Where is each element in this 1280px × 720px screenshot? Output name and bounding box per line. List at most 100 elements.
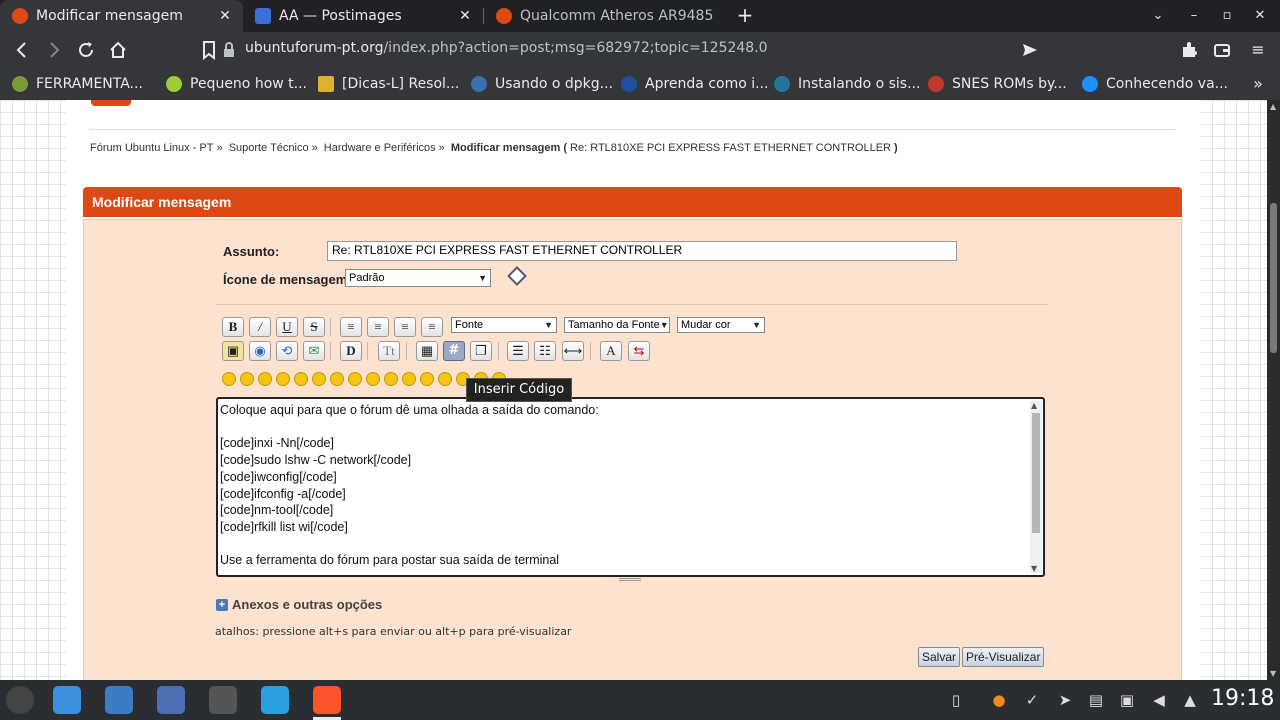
bookmark-icon[interactable] [197, 38, 221, 62]
save-button[interactable]: Salvar [918, 647, 961, 667]
control-center-icon[interactable] [105, 686, 133, 714]
home-icon[interactable] [106, 38, 130, 62]
scroll-up-icon[interactable]: ▲ [1031, 401, 1037, 410]
attachments-toggle[interactable]: + Anexos e outras opções [216, 597, 382, 612]
back-icon[interactable] [10, 38, 34, 62]
insert-email-button[interactable]: ✉ [303, 341, 325, 361]
breadcrumb-link[interactable]: Suporte Técnico [229, 142, 309, 154]
bookmark-item[interactable]: Aprenda como i... [621, 74, 768, 94]
insert-quote-button[interactable]: ❐ [470, 341, 492, 361]
page-scrollbar[interactable]: ▲ ▼ [1267, 100, 1280, 680]
smiley-icon[interactable] [384, 372, 398, 386]
maximize-icon[interactable]: ▫ [1215, 4, 1239, 28]
remove-format-button[interactable]: A [600, 341, 622, 361]
forward-icon[interactable] [42, 38, 66, 62]
scroll-down-icon[interactable]: ▼ [1270, 669, 1276, 678]
telegram-tray-icon[interactable]: ➤ [1055, 690, 1075, 710]
show-desktop-icon[interactable]: ▯ [946, 690, 966, 710]
bookmark-item[interactable]: FERRAMENTA... [12, 74, 143, 94]
brave-browser-icon[interactable] [313, 686, 341, 714]
smiley-icon[interactable] [402, 372, 416, 386]
clipboard-icon[interactable]: ▤ [1086, 690, 1106, 710]
smiley-icon[interactable] [330, 372, 344, 386]
volume-icon[interactable]: ◀ [1149, 690, 1169, 710]
insert-ftp-button[interactable]: ⟲ [276, 341, 298, 361]
flash-button[interactable]: D [340, 341, 362, 361]
align-left-button[interactable]: ≡ [340, 317, 362, 337]
smiley-icon[interactable] [222, 372, 236, 386]
scroll-up-icon[interactable]: ▲ [1270, 102, 1276, 111]
numbered-list-button[interactable]: ☷ [534, 341, 556, 361]
check-icon[interactable]: ✓ [1022, 690, 1042, 710]
lock-icon[interactable] [219, 38, 239, 62]
biglinux-icon[interactable] [157, 686, 185, 714]
page-scrollbar-thumb[interactable] [1270, 203, 1277, 353]
font-size-select[interactable]: Tamanho da Fonte ▼ [564, 317, 670, 333]
align-right-button[interactable]: ≡ [421, 317, 443, 337]
message-editor[interactable]: Coloque aqui para que o fórum dê uma olh… [216, 397, 1045, 577]
underline-button[interactable]: U [276, 317, 298, 337]
bookmark-item[interactable]: SNES ROMs by... [928, 74, 1067, 94]
terminal-icon[interactable] [209, 686, 237, 714]
network-icon[interactable]: ▣ [1117, 690, 1137, 710]
bookmark-item[interactable]: Instalando o sis... [774, 74, 920, 94]
teletype-button[interactable]: Tt [378, 341, 400, 361]
preview-button[interactable]: Pré-Visualizar [962, 647, 1045, 667]
minimize-icon[interactable]: – [1182, 4, 1206, 28]
breadcrumb-link[interactable]: Fórum Ubuntu Linux - PT [90, 142, 214, 154]
wallet-icon[interactable] [1210, 38, 1234, 62]
bold-button[interactable]: B [222, 317, 244, 337]
tab-qualcomm[interactable]: Qualcomm Atheros AR9485 W [484, 0, 724, 32]
smiley-icon[interactable] [294, 372, 308, 386]
smiley-icon[interactable] [348, 372, 362, 386]
tab-search-icon[interactable]: ⌄ [1146, 4, 1170, 28]
scroll-down-icon[interactable]: ▼ [1031, 564, 1037, 573]
bookmark-item[interactable]: Pequeno how t... [166, 74, 307, 94]
insert-code-button[interactable]: # [443, 341, 465, 361]
new-tab-icon[interactable]: + [733, 4, 757, 28]
subject-input[interactable]: Re: RTL810XE PCI EXPRESS FAST ETHERNET C… [327, 241, 957, 261]
smiley-icon[interactable] [438, 372, 452, 386]
updates-icon[interactable]: ● [989, 690, 1009, 710]
bookmark-item[interactable]: [Dicas-L] Resol... [318, 74, 459, 94]
tray-expand-icon[interactable]: ▲ [1180, 690, 1200, 710]
smiley-icon[interactable] [312, 372, 326, 386]
editor-scrollbar-thumb[interactable] [1032, 413, 1040, 533]
menu-icon[interactable]: ≡ [1246, 38, 1270, 62]
reload-icon[interactable] [74, 38, 98, 62]
telegram-icon[interactable] [261, 686, 289, 714]
message-icon-select[interactable]: Padrão ▼ [345, 269, 491, 287]
smiley-icon[interactable] [420, 372, 434, 386]
close-tab-icon[interactable]: ✕ [457, 8, 473, 24]
close-tab-icon[interactable]: ✕ [217, 8, 233, 24]
breadcrumb-link[interactable]: Hardware e Periféricos [324, 142, 436, 154]
address-bar[interactable]: ubuntuforum-pt.org/index.php?action=post… [245, 40, 768, 56]
bookmark-item[interactable]: Usando o dpkg... [471, 74, 613, 94]
smiley-icon[interactable] [240, 372, 254, 386]
align-center-button[interactable]: ≡ [394, 317, 416, 337]
extensions-icon[interactable] [1177, 38, 1201, 62]
italic-button[interactable]: / [249, 317, 271, 337]
insert-link-button[interactable]: ◉ [249, 341, 271, 361]
insert-table-button[interactable]: ▦ [416, 341, 438, 361]
smiley-icon[interactable] [276, 372, 290, 386]
smiley-icon[interactable] [366, 372, 380, 386]
font-select[interactable]: Fonte ▼ [451, 317, 557, 333]
strikethrough-button[interactable]: S [303, 317, 325, 337]
toggle-view-button[interactable]: ⇆ [628, 341, 650, 361]
align-justify-button[interactable]: ≡ [367, 317, 389, 337]
bullet-list-button[interactable]: ☰ [507, 341, 529, 361]
tab-postimages[interactable]: AA — Postimages ✕ [243, 0, 483, 32]
send-icon[interactable] [1018, 38, 1042, 62]
font-color-select[interactable]: Mudar cor ▼ [677, 317, 765, 333]
insert-image-button[interactable]: ▣ [222, 341, 244, 361]
bookmark-item[interactable]: Conhecendo va... [1082, 74, 1228, 94]
more-bookmarks-icon[interactable]: » [1246, 72, 1270, 96]
smiley-icon[interactable] [258, 372, 272, 386]
close-window-icon[interactable]: ✕ [1248, 4, 1272, 28]
resize-grip[interactable] [619, 578, 641, 581]
horizontal-rule-button[interactable]: ⟷ [562, 341, 584, 361]
clock[interactable]: 19:18 [1211, 686, 1274, 711]
file-manager-icon[interactable] [53, 686, 81, 714]
tab-modificar-mensagem[interactable]: Modificar mensagem ✕ [0, 0, 243, 32]
